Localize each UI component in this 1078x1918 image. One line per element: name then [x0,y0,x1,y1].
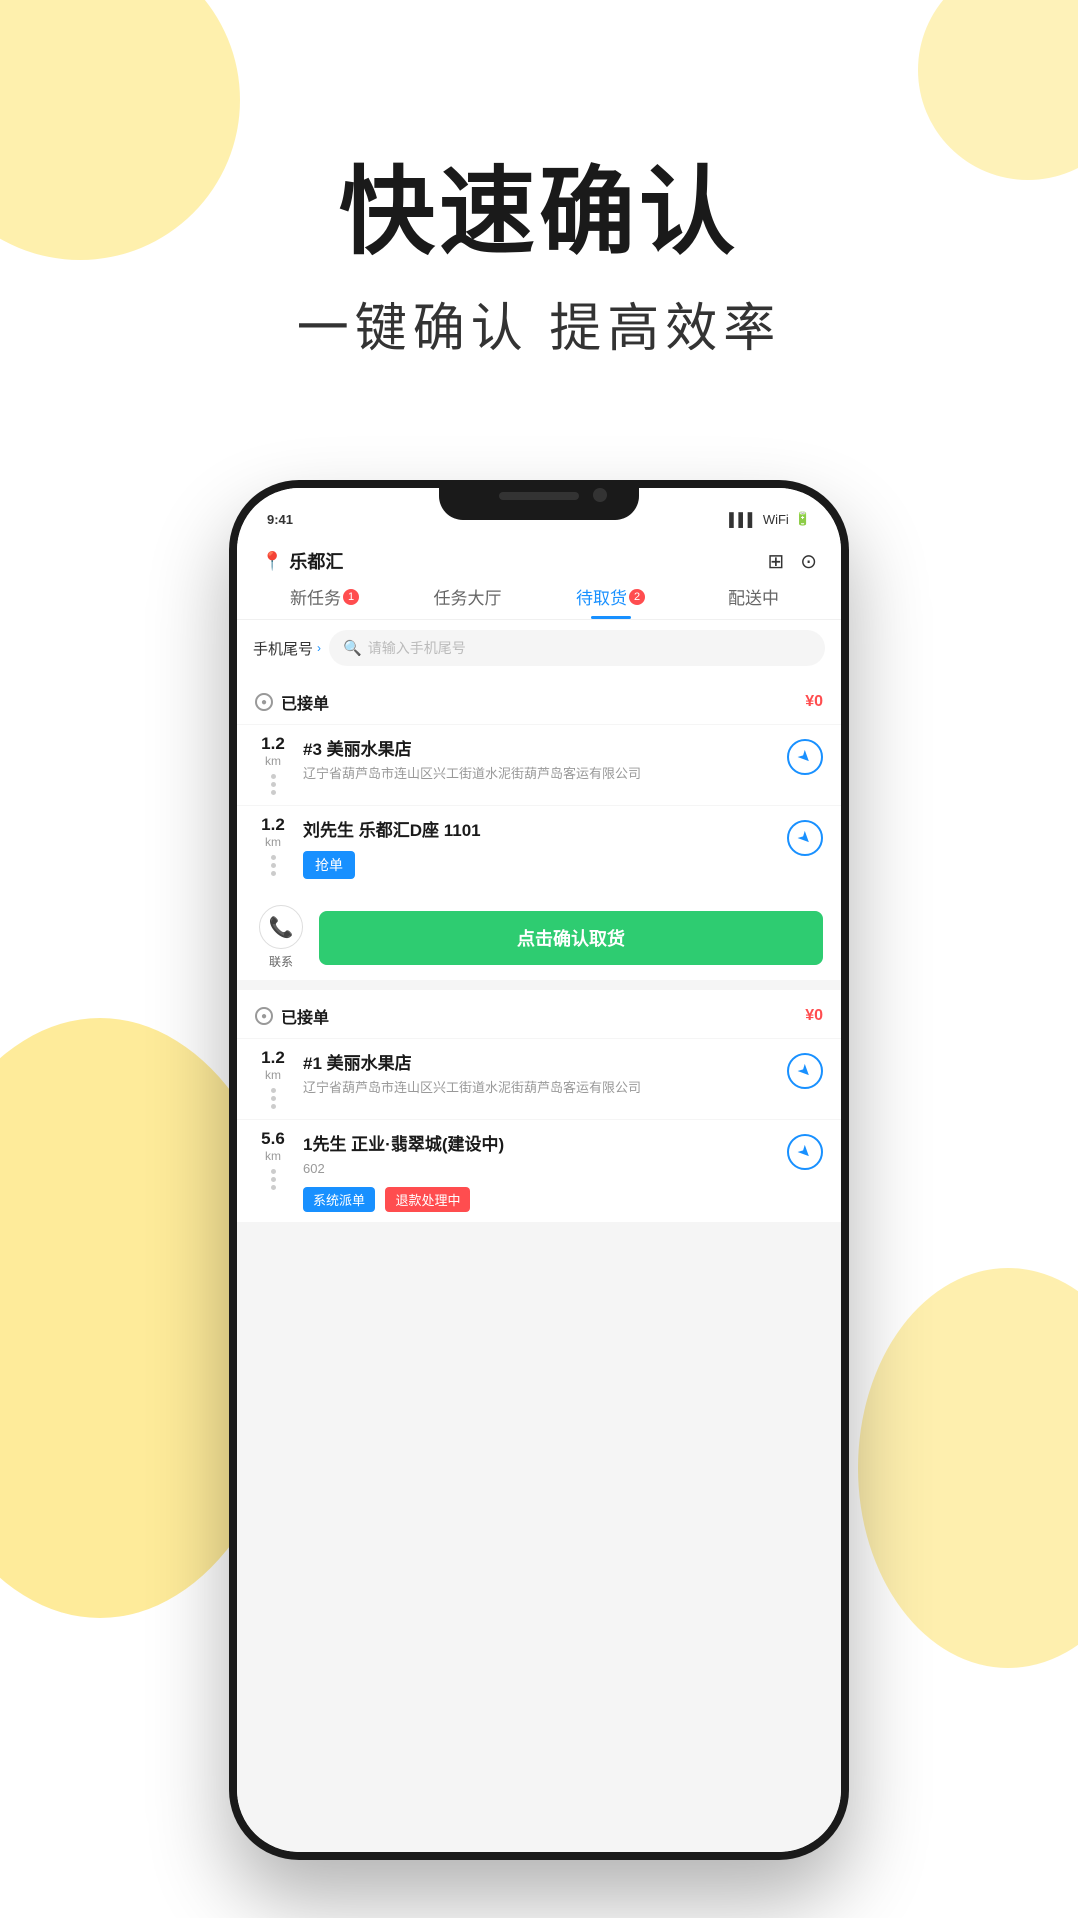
nav-arrow-1-1: ➤ [793,745,817,769]
action-row-1: 📞 联系 点击确认取货 [237,895,841,980]
order-row-2-2: 5.6 km 1先生 正业·翡翠城(建设中) [255,1130,823,1212]
nav-arrow-1-2: ➤ [793,826,817,850]
order-row-2-1: 1.2 km #1 美丽水果店 [255,1049,823,1109]
target-icon[interactable]: ⊙ [800,549,817,574]
distance-col-2-1: 1.2 km [255,1049,291,1109]
battery-icon: 🔋 [795,511,811,527]
distance-col-2-2: 5.6 km [255,1130,291,1190]
nav-arrow-2-1: ➤ [793,1059,817,1083]
phone-notch [439,480,639,520]
fullscreen-icon[interactable]: ⊞ [767,549,784,574]
search-input-box[interactable]: 🔍 请输入手机尾号 [329,630,825,666]
orders-scroll[interactable]: ● 已接单 ¥0 1.2 km [237,676,841,1852]
order-info-2-1: #1 美丽水果店 辽宁省葫芦岛市连山区兴工街道水泥街葫芦岛客运有限公司 [303,1049,775,1098]
wifi-icon: WiFi [763,512,789,527]
route-dots-2-1 [255,1088,291,1109]
search-icon: 🔍 [343,639,362,657]
tabs-bar: 新任务1 任务大厅 待取货2 配送中 [237,574,841,620]
section-title-1: ● 已接单 [255,690,329,714]
section-title-2: ● 已接单 [255,1004,329,1028]
section-amount-1: ¥0 [805,693,823,711]
clock-icon-2: ● [255,1007,273,1025]
order-info-1-1: #3 美丽水果店 辽宁省葫芦岛市连山区兴工街道水泥街葫芦岛客运有限公司 [303,735,775,784]
phone-mockup: 9:41 ▌▌▌ WiFi 🔋 📍 乐都汇 ⊞ ⊙ [229,480,849,1860]
phone-frame: 9:41 ▌▌▌ WiFi 🔋 📍 乐都汇 ⊞ ⊙ [229,480,849,1860]
route-dots-1-1 [255,774,291,795]
order-item-2-1: 1.2 km #1 美丽水果店 [237,1038,841,1119]
status-icons: ▌▌▌ WiFi 🔋 [729,511,811,527]
nav-arrow-2-2: ➤ [793,1140,817,1164]
bg-blob-bottom-right [858,1268,1078,1668]
order-section-2: ● 已接单 ¥0 1.2 km [237,990,841,1222]
tag-refund-processing: 退款处理中 [385,1187,470,1212]
section-amount-2: ¥0 [805,1007,823,1025]
header-icons: ⊞ ⊙ [767,549,817,574]
phone-screen: 9:41 ▌▌▌ WiFi 🔋 📍 乐都汇 ⊞ ⊙ [237,488,841,1852]
nav-icon-2-2[interactable]: ➤ [787,1134,823,1170]
order-tags-2-2: 系统派单 退款处理中 [303,1187,775,1212]
route-dots-2-2 [255,1169,291,1190]
tab-task-hall[interactable]: 任务大厅 [396,584,539,619]
tab-new-task[interactable]: 新任务1 [253,584,396,619]
order-row-1-2: 1.2 km 刘先生 乐都汇D座 1101 [255,816,823,885]
order-info-2-2: 1先生 正业·翡翠城(建设中) 602 系统派单 退款处理中 [303,1130,775,1212]
hero-subtitle: 一键确认 提高效率 [0,286,1078,361]
tab-delivering[interactable]: 配送中 [682,584,825,619]
notch-camera [593,488,607,502]
order-row-1-1: 1.2 km #3 美丽水果店 [255,735,823,795]
order-item-1-1: 1.2 km #3 美丽水果店 [237,724,841,805]
notch-speaker [499,492,579,500]
order-item-2-2: 5.6 km 1先生 正业·翡翠城(建设中) [237,1119,841,1222]
confirm-pickup-button[interactable]: 点击确认取货 [319,911,823,965]
distance-col-1-2: 1.2 km [255,816,291,876]
phone-filter[interactable]: 手机尾号 › [253,638,321,659]
app-header: 📍 乐都汇 ⊞ ⊙ [237,540,841,574]
nav-icon-1-1[interactable]: ➤ [787,739,823,775]
tag-system-dispatch: 系统派单 [303,1187,375,1212]
location-icon: 📍 [261,551,283,572]
grab-badge[interactable]: 抢单 [303,851,355,879]
status-time: 9:41 [267,512,293,527]
screen-content: 9:41 ▌▌▌ WiFi 🔋 📍 乐都汇 ⊞ ⊙ [237,488,841,1852]
contact-icon: 📞 [259,905,303,949]
signal-icon: ▌▌▌ [729,512,757,527]
location-name: 乐都汇 [289,548,343,574]
hero-section: 快速确认 一键确认 提高效率 [0,160,1078,361]
bg-blob-top-right [918,0,1078,180]
section-header-2: ● 已接单 ¥0 [237,990,841,1038]
distance-col-1-1: 1.2 km [255,735,291,795]
location-area[interactable]: 📍 乐都汇 [261,548,343,574]
search-placeholder: 请输入手机尾号 [368,638,466,658]
route-dots-1-2 [255,855,291,876]
contact-button[interactable]: 📞 联系 [255,905,307,970]
clock-icon-1: ● [255,693,273,711]
order-item-1-2: 1.2 km 刘先生 乐都汇D座 1101 [237,805,841,895]
tab-pending-pickup[interactable]: 待取货2 [539,584,682,619]
section-header-1: ● 已接单 ¥0 [237,676,841,724]
nav-icon-2-1[interactable]: ➤ [787,1053,823,1089]
search-row: 手机尾号 › 🔍 请输入手机尾号 [237,620,841,676]
order-section-1: ● 已接单 ¥0 1.2 km [237,676,841,980]
order-info-1-2: 刘先生 乐都汇D座 1101 抢单 [303,816,775,885]
nav-icon-1-2[interactable]: ➤ [787,820,823,856]
hero-title: 快速确认 [0,160,1078,266]
